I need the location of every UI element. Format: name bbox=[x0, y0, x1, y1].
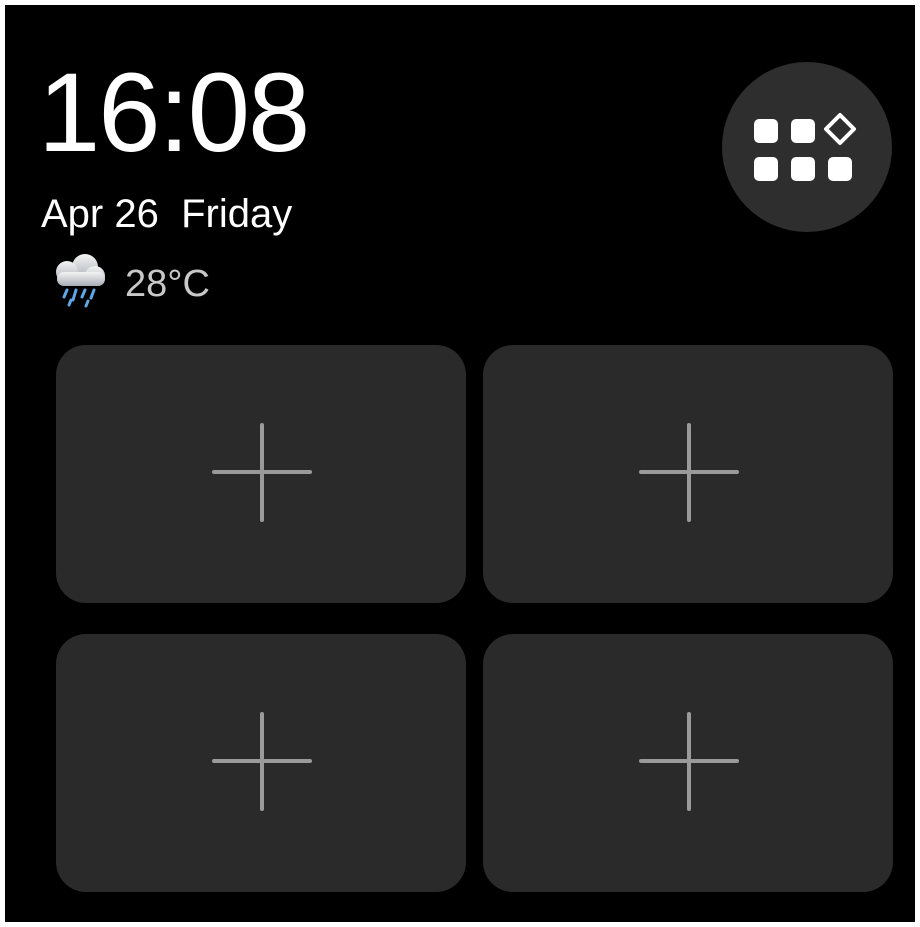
app-grid-icon bbox=[754, 113, 856, 181]
plus-icon bbox=[639, 712, 739, 811]
add-widget-slot-4[interactable] bbox=[483, 634, 893, 892]
plus-icon bbox=[212, 423, 312, 522]
add-widget-slot-3[interactable] bbox=[56, 634, 466, 892]
temperature-label: 28°C bbox=[125, 263, 210, 305]
app-drawer-button[interactable] bbox=[722, 62, 892, 232]
add-widget-slot-1[interactable] bbox=[56, 345, 466, 603]
plus-icon bbox=[639, 423, 739, 522]
weather-widget[interactable]: 28°C bbox=[45, 249, 210, 309]
clock-time: 16:08 bbox=[38, 50, 310, 175]
plus-icon bbox=[212, 712, 312, 811]
rain-cloud-icon bbox=[56, 254, 105, 308]
date-label: Apr 26 Friday bbox=[41, 192, 293, 236]
watch-screen: 16:08 Apr 26 Friday 28°C bbox=[5, 5, 915, 922]
add-widget-slot-2[interactable] bbox=[483, 345, 893, 603]
